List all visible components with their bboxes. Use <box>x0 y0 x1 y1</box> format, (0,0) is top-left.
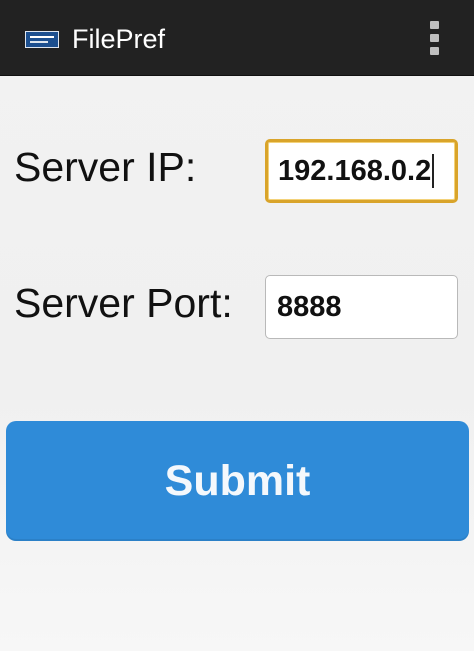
server-ip-input[interactable]: 192.168.0.2 <box>265 139 458 203</box>
submit-button[interactable]: Submit <box>6 421 469 541</box>
server-port-value: 8888 <box>277 290 342 323</box>
text-cursor <box>432 154 435 188</box>
app-title: FilePref <box>72 24 166 54</box>
app-logo-icon <box>25 31 59 48</box>
server-port-label: Server Port: <box>14 280 233 326</box>
server-ip-label: Server IP: <box>14 144 197 190</box>
server-port-input[interactable]: 8888 <box>265 275 458 339</box>
action-bar: FilePref <box>0 0 474 76</box>
overflow-menu-icon[interactable] <box>422 18 448 58</box>
submit-button-label: Submit <box>164 456 311 505</box>
server-ip-value: 192.168.0.2 <box>278 154 432 187</box>
